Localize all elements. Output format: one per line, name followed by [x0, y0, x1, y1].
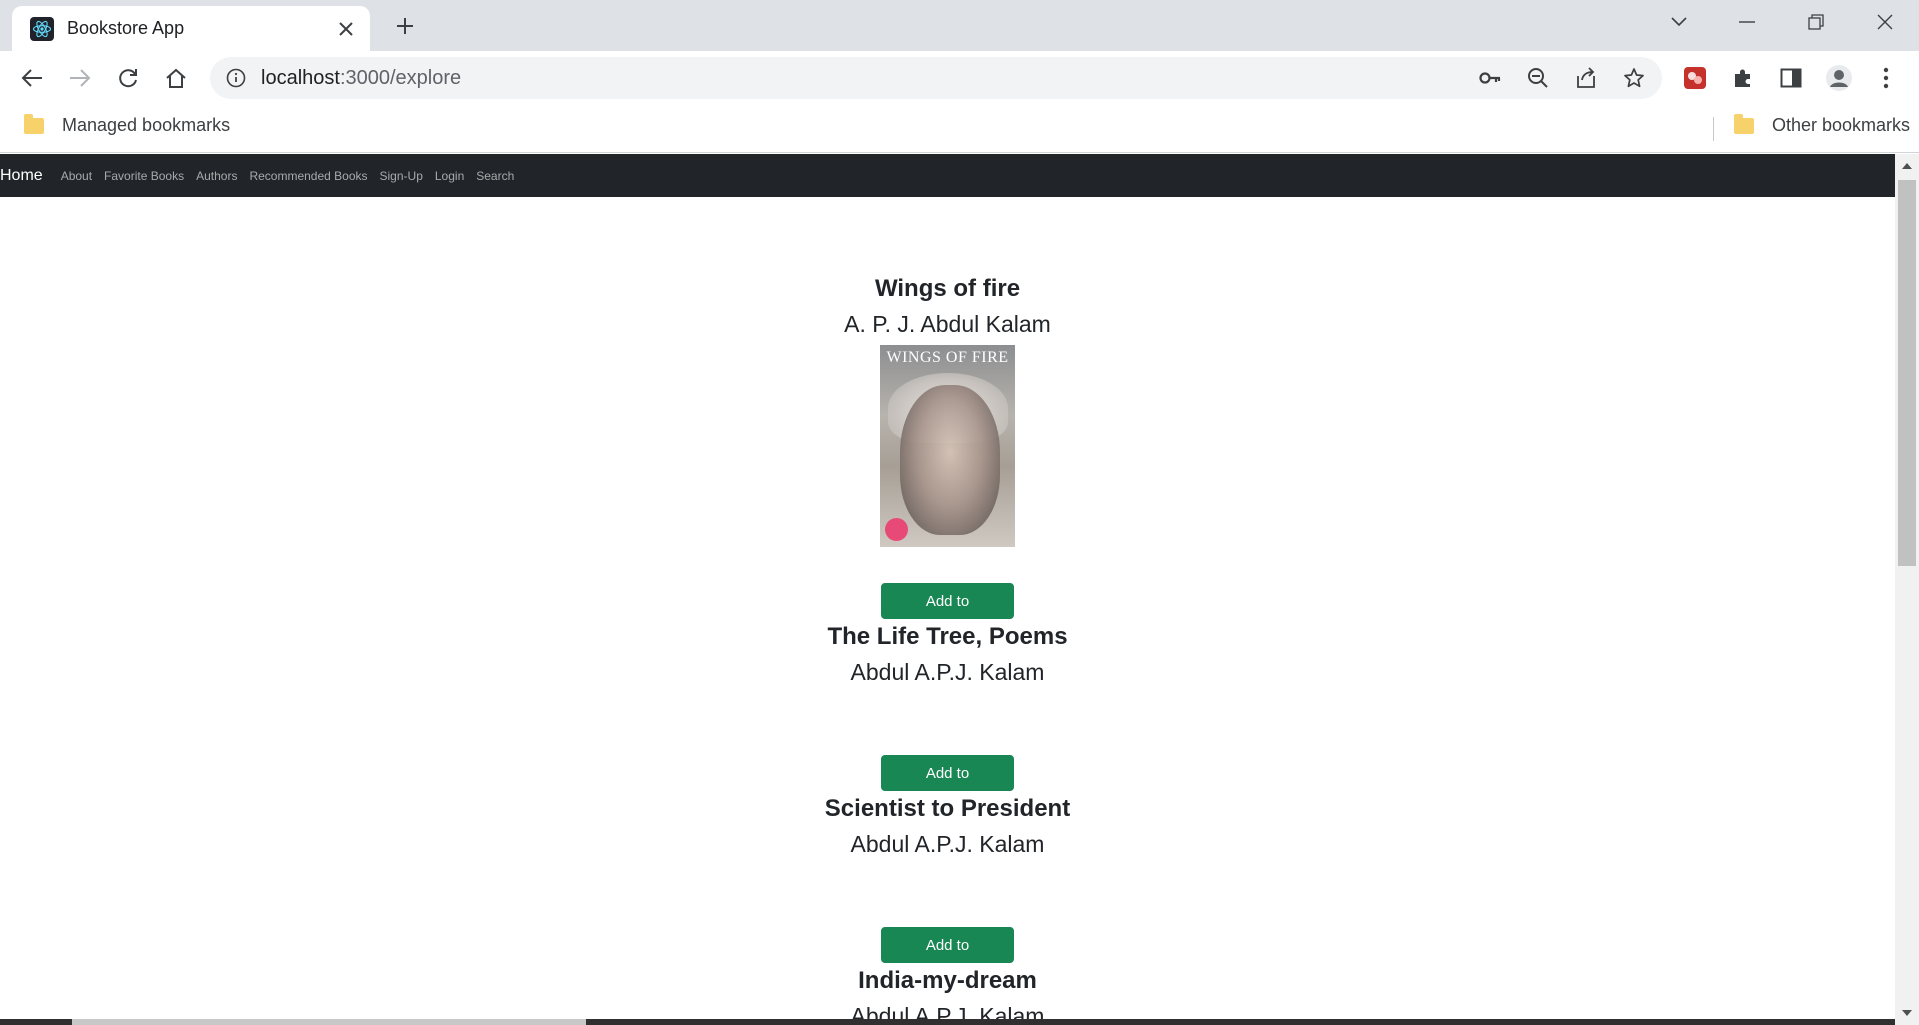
home-icon[interactable]	[158, 60, 194, 96]
book-cover-missing	[0, 865, 1895, 927]
vertical-scrollbar[interactable]	[1895, 154, 1919, 1025]
extension-red-icon[interactable]	[1677, 60, 1713, 96]
info-icon[interactable]	[218, 60, 254, 96]
profile-avatar-icon[interactable]	[1821, 60, 1857, 96]
vertical-scrollbar-thumb[interactable]	[1898, 180, 1916, 566]
zoom-out-icon[interactable]	[1520, 60, 1556, 96]
bookmarks-bar: Managed bookmarks Other bookmarks	[0, 105, 1919, 153]
nav-login-link[interactable]: Login	[435, 169, 464, 183]
book-author: Abdul A.P.J. Kalam	[850, 659, 1045, 685]
browser-tab-active[interactable]: Bookstore App	[12, 6, 370, 51]
close-tab-icon[interactable]	[332, 15, 360, 43]
book-cover-missing	[0, 693, 1895, 755]
close-window-icon[interactable]	[1862, 6, 1908, 38]
horizontal-scrollbar[interactable]	[0, 1019, 1895, 1025]
folder-icon	[24, 113, 44, 134]
side-panel-icon[interactable]	[1773, 60, 1809, 96]
bookmark-star-icon[interactable]	[1616, 60, 1652, 96]
bookmarks-divider	[1713, 117, 1714, 141]
nav-signup-link[interactable]: Sign-Up	[380, 169, 423, 183]
reload-icon[interactable]	[110, 60, 146, 96]
forward-icon[interactable]	[62, 60, 98, 96]
browser-tabstrip: Bookstore App	[0, 0, 1919, 51]
book-card: Wings of fire A. P. J. Abdul Kalam WINGS…	[0, 274, 1895, 645]
cover-title-text: WINGS OF FIRE	[886, 349, 1009, 366]
url-text: localhost:3000/explore	[261, 57, 461, 99]
other-bookmarks-label: Other bookmarks	[1772, 115, 1911, 135]
folder-icon	[1734, 113, 1754, 134]
menu-kebab-icon[interactable]	[1868, 60, 1904, 96]
extensions-puzzle-icon[interactable]	[1725, 60, 1761, 96]
managed-bookmarks-label: Managed bookmarks	[62, 115, 231, 135]
nav-about-link[interactable]: About	[61, 169, 92, 183]
book-cover-container: WINGS OF FIRE	[0, 345, 1895, 583]
other-bookmarks-folder[interactable]: Other bookmarks	[1734, 113, 1911, 136]
add-to-favorites-button[interactable]: Add to Favorites	[881, 927, 1014, 989]
cover-portrait-face	[900, 385, 1000, 535]
nav-favorite-books-link[interactable]: Favorite Books	[104, 169, 184, 183]
scroll-up-arrow-icon[interactable]	[1902, 163, 1912, 169]
cover-badge	[885, 518, 908, 541]
tab-search-icon[interactable]	[1656, 6, 1702, 38]
book-card: Scientist to President Abdul A.P.J. Kala…	[0, 794, 1895, 989]
add-to-favorites-button[interactable]: Add to Favorites	[881, 755, 1014, 817]
nav-authors-link[interactable]: Authors	[196, 169, 237, 183]
book-title: Wings of fire	[874, 275, 1021, 302]
back-icon[interactable]	[14, 60, 50, 96]
book-cover-image: WINGS OF FIRE	[880, 345, 1015, 547]
site-navbar: Home About Favorite Books Authors Recomm…	[0, 154, 1895, 197]
react-icon	[30, 16, 54, 41]
restore-icon[interactable]	[1793, 6, 1839, 38]
book-card: The Life Tree, Poems Abdul A.P.J. Kalam …	[0, 622, 1895, 817]
browser-toolbar: localhost:3000/explore	[0, 51, 1919, 105]
managed-bookmarks-folder[interactable]: Managed bookmarks	[24, 113, 231, 136]
book-title: The Life Tree, Poems	[827, 623, 1068, 650]
book-list: Wings of fire A. P. J. Abdul Kalam WINGS…	[0, 197, 1895, 1025]
page-viewport: Home About Favorite Books Authors Recomm…	[0, 154, 1895, 1025]
address-bar[interactable]: localhost:3000/explore	[210, 57, 1662, 99]
url-host: localhost	[261, 67, 340, 89]
nav-recommended-books-link[interactable]: Recommended Books	[249, 169, 367, 183]
share-icon[interactable]	[1568, 60, 1604, 96]
scroll-down-arrow-icon[interactable]	[1902, 1010, 1912, 1016]
nav-search-link[interactable]: Search	[476, 169, 514, 183]
book-author: Abdul A.P.J. Kalam	[850, 831, 1045, 857]
add-to-favorites-button[interactable]: Add to Favorites	[881, 583, 1014, 645]
book-title: Scientist to President	[824, 795, 1071, 822]
book-author: A. P. J. Abdul Kalam	[844, 311, 1051, 337]
key-icon[interactable]	[1472, 60, 1508, 96]
horizontal-scrollbar-thumb[interactable]	[72, 1019, 586, 1025]
tab-title: Bookstore App	[67, 18, 185, 38]
minimize-icon[interactable]	[1724, 6, 1770, 38]
nav-home-link[interactable]: Home	[0, 167, 43, 185]
new-tab-button[interactable]	[390, 11, 420, 41]
book-title: India-my-dream	[858, 967, 1037, 994]
url-path: :3000/explore	[339, 67, 462, 89]
